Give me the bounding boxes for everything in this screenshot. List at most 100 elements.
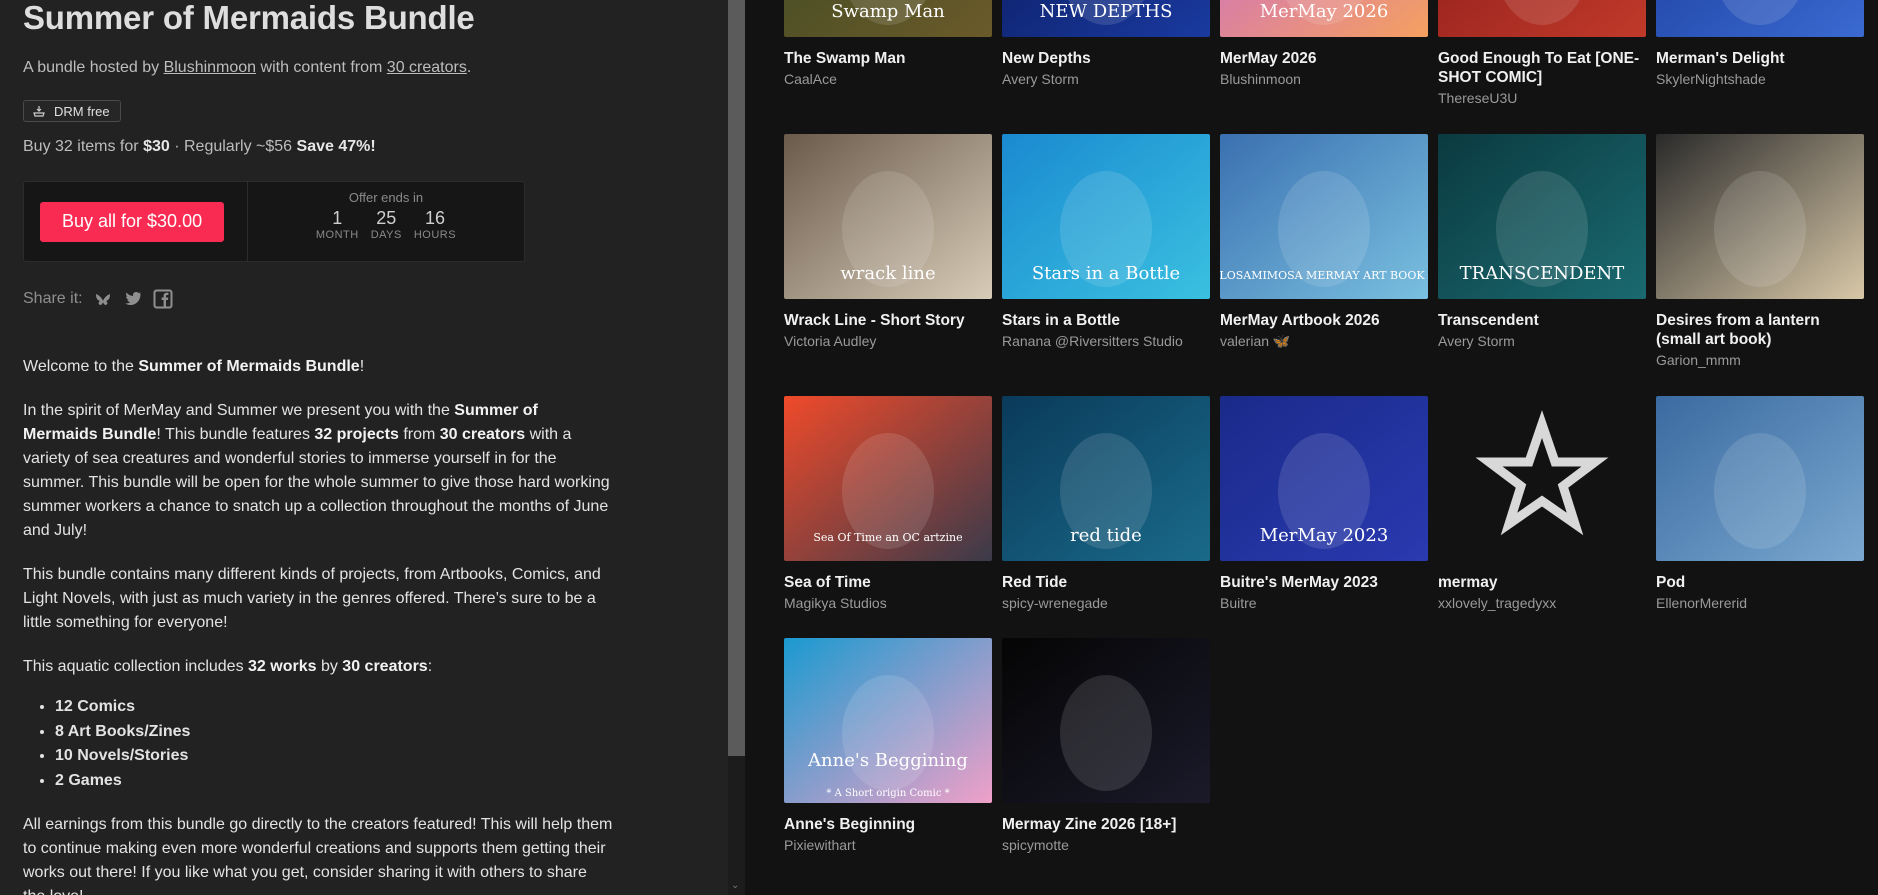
bundle-item-card[interactable]: NEW DEPTHS New Depths Avery Storm	[1002, 0, 1210, 88]
countdown-months: 1 MONTH	[316, 208, 359, 241]
bundle-item-card[interactable]: Sea Of Time an OC artzine Sea of Time Magi…	[784, 396, 992, 612]
item-title[interactable]: Transcendent	[1438, 311, 1646, 330]
item-cover-image[interactable]: red tide	[1002, 396, 1210, 561]
item-title[interactable]: Merman's Delight	[1656, 49, 1864, 68]
item-author[interactable]: Blushinmoon	[1220, 70, 1428, 88]
scrollbar-thumb[interactable]	[728, 0, 745, 756]
item-title[interactable]: Buitre's MerMay 2023	[1220, 573, 1428, 592]
item-title[interactable]: Stars in a Bottle	[1002, 311, 1210, 330]
item-cover-image[interactable]: MerMay 2023	[1220, 396, 1428, 561]
bluesky-icon[interactable]	[93, 289, 113, 309]
host-link[interactable]: Blushinmoon	[164, 59, 257, 76]
item-cover-image[interactable]	[1438, 396, 1646, 561]
item-author[interactable]: Ranana @Riversitters Studio	[1002, 332, 1210, 350]
cover-lettering: MerMay 2026	[1260, 1, 1389, 22]
item-cover-image[interactable]: Anne's Beggining * A Short origin Comic *	[784, 638, 992, 803]
bundle-item-card[interactable]: wrack line Wrack Line - Short Story Victor…	[784, 134, 992, 350]
cover-lettering: NEW DEPTHS	[1040, 1, 1173, 22]
cover-art	[1656, 134, 1864, 299]
cover-art	[1438, 0, 1646, 37]
facebook-icon[interactable]	[153, 289, 173, 309]
item-title[interactable]: mermay	[1438, 573, 1646, 592]
bundle-item-card[interactable]: MerMay 2023 Buitre's MerMay 2023 Buitre	[1220, 396, 1428, 612]
item-author[interactable]: Avery Storm	[1002, 70, 1210, 88]
item-author[interactable]: SkylerNightshade	[1656, 70, 1864, 88]
item-title[interactable]: Sea of Time	[784, 573, 992, 592]
drm-free-badge: DRM free	[23, 100, 121, 122]
item-title[interactable]: MerMay Artbook 2026	[1220, 311, 1428, 330]
item-cover-image[interactable]	[1656, 134, 1864, 299]
item-title[interactable]: The Swamp Man	[784, 49, 992, 68]
creators-link[interactable]: 30 creators	[387, 59, 467, 76]
item-cover-image[interactable]	[1656, 0, 1864, 37]
bundle-item-card[interactable]: red tide Red Tide spicy-wrenegade	[1002, 396, 1210, 612]
bundle-item-card[interactable]: Desires from a lantern (small art book) G…	[1656, 134, 1864, 369]
bundle-item-card[interactable]: Merman's Delight SkylerNightshade	[1656, 0, 1864, 88]
cover-art: red tide	[1002, 396, 1210, 561]
bundle-item-card[interactable]: Mermay Zine 2026 [18+] spicymotte	[1002, 638, 1210, 854]
item-cover-image[interactable]: Stars in a Bottle	[1002, 134, 1210, 299]
item-title[interactable]: Wrack Line - Short Story	[784, 311, 992, 330]
item-title[interactable]: Mermay Zine 2026 [18+]	[1002, 815, 1210, 834]
item-author[interactable]: valerian 🦋	[1220, 332, 1428, 350]
item-cover-image[interactable]: MerMay 2026	[1220, 0, 1428, 37]
twitter-icon[interactable]	[123, 289, 143, 309]
cover-lettering: CATILOSAMIMOSA MERMAY ART BOOK 2026	[1220, 269, 1428, 282]
item-author[interactable]: ThereseU3U	[1438, 89, 1646, 107]
text: In the spirit of MerMay and Summer we pr…	[23, 402, 455, 419]
buy-all-button[interactable]: Buy all for $30.00	[40, 201, 225, 242]
cover-figure	[1714, 433, 1806, 549]
hosted-mid: with content from	[260, 59, 383, 76]
cover-art: Sea Of Time an OC artzine	[784, 396, 992, 561]
bundle-item-card[interactable]: CATILOSAMIMOSA MERMAY ART BOOK 2026 MerMa…	[1220, 134, 1428, 350]
scroll-down-icon[interactable]: ⌄	[731, 880, 739, 891]
bundle-item-card[interactable]: Swamp Man The Swamp Man CaalAce	[784, 0, 992, 88]
item-title[interactable]: MerMay 2026	[1220, 49, 1428, 68]
item-author[interactable]: Victoria Audley	[784, 332, 992, 350]
bundle-item-card[interactable]: mermay xxlovely_tragedyxx	[1438, 396, 1646, 612]
description-paragraph: All earnings from this bundle go directl…	[23, 816, 613, 895]
item-cover-image[interactable]: TRANSCENDENT	[1438, 134, 1646, 299]
item-author[interactable]: Magikya Studios	[784, 594, 992, 612]
item-title[interactable]: New Depths	[1002, 49, 1210, 68]
item-title[interactable]: Desires from a lantern (small art book)	[1656, 311, 1864, 349]
left-pane-scrollbar[interactable]: ⌄	[728, 0, 745, 895]
cover-lettering: Anne's Beggining	[807, 750, 968, 771]
item-author[interactable]: EllenorMererid	[1656, 594, 1864, 612]
share-row: Share it:	[23, 289, 173, 309]
item-title[interactable]: Red Tide	[1002, 573, 1210, 592]
item-cover-image[interactable]	[1438, 0, 1646, 37]
item-author[interactable]: Buitre	[1220, 594, 1428, 612]
text: :	[427, 658, 433, 675]
text: This aquatic collection includes	[23, 658, 249, 675]
item-cover-image[interactable]: NEW DEPTHS	[1002, 0, 1210, 37]
item-author[interactable]: Avery Storm	[1438, 332, 1646, 350]
item-title[interactable]: Anne's Beginning	[784, 815, 992, 834]
item-author[interactable]: spicymotte	[1002, 836, 1210, 854]
item-cover-image[interactable]: Sea Of Time an OC artzine	[784, 396, 992, 561]
item-author[interactable]: Garion_mmm	[1656, 351, 1864, 369]
item-author[interactable]: xxlovely_tragedyxx	[1438, 594, 1646, 612]
bundle-item-card[interactable]: MerMay 2026 MerMay 2026 Blushinmoon	[1220, 0, 1428, 88]
item-cover-image[interactable]: Swamp Man	[784, 0, 992, 37]
item-cover-image[interactable]: CATILOSAMIMOSA MERMAY ART BOOK 2026	[1220, 134, 1428, 299]
item-author[interactable]: Pixiewithart	[784, 836, 992, 854]
item-cover-image[interactable]	[1656, 396, 1864, 561]
cover-art: wrack line	[784, 134, 992, 299]
bundle-item-card[interactable]: TRANSCENDENT Transcendent Avery Storm	[1438, 134, 1646, 350]
countdown-timer: 1 MONTH 25 DAYS 16 HOURS	[316, 208, 456, 241]
bundle-item-card[interactable]: Good Enough To Eat [ONE-SHOT COMIC] There…	[1438, 0, 1646, 107]
text: ! This bundle features	[156, 426, 315, 443]
cover-art: Anne's Beggining * A Short origin Comic *	[784, 638, 992, 803]
item-title[interactable]: Good Enough To Eat [ONE-SHOT COMIC]	[1438, 49, 1646, 87]
bundle-item-card[interactable]: Anne's Beggining * A Short origin Comic *…	[784, 638, 992, 854]
item-author[interactable]: spicy-wrenegade	[1002, 594, 1210, 612]
item-author[interactable]: CaalAce	[784, 70, 992, 88]
hosted-by-line: A bundle hosted by Blushinmoon with cont…	[23, 59, 471, 77]
item-cover-image[interactable]	[1002, 638, 1210, 803]
text: by	[316, 658, 343, 675]
item-title[interactable]: Pod	[1656, 573, 1864, 592]
bundle-item-card[interactable]: Pod EllenorMererid	[1656, 396, 1864, 612]
item-cover-image[interactable]: wrack line	[784, 134, 992, 299]
bundle-item-card[interactable]: Stars in a Bottle Stars in a Bottle Ranana…	[1002, 134, 1210, 350]
